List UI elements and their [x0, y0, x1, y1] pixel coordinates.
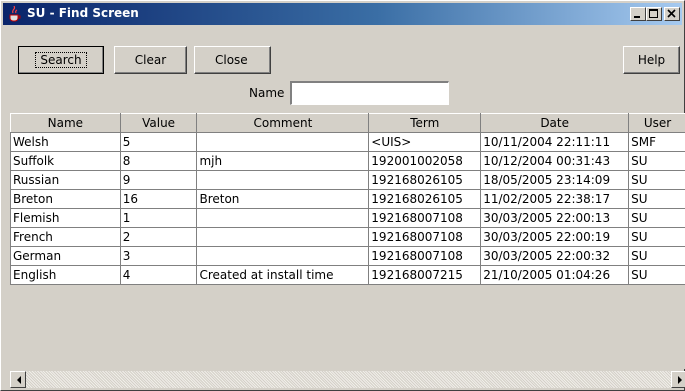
table-row[interactable]: English 4 Created at install time 192168… [10, 265, 685, 285]
table-header-row: Name Value Comment Term Date User [10, 113, 685, 133]
horizontal-scrollbar[interactable] [10, 371, 685, 388]
cell-term: 192168007215 [368, 265, 482, 285]
scroll-left-icon [17, 376, 21, 384]
results-table: Name Value Comment Term Date User Welsh … [10, 113, 685, 285]
table-row[interactable]: Suffolk 8 mjh 192001002058 10/12/2004 00… [10, 151, 685, 171]
scroll-right-button[interactable] [671, 371, 685, 388]
cell-value: 16 [119, 189, 198, 209]
search-button[interactable]: Search [18, 46, 104, 74]
column-header-comment[interactable]: Comment [196, 113, 370, 133]
cell-comment: Created at install time [196, 265, 370, 285]
column-header-date[interactable]: Date [480, 113, 630, 133]
clear-button-label: Clear [134, 53, 167, 67]
cell-user: SU [628, 265, 685, 285]
cell-comment [196, 132, 370, 152]
minimize-button[interactable] [630, 7, 646, 21]
column-header-name[interactable]: Name [10, 113, 121, 133]
cell-term: 192168007108 [368, 227, 482, 247]
cell-date: 10/11/2004 22:11:11 [480, 132, 630, 152]
column-header-user[interactable]: User [628, 113, 685, 133]
cell-comment [196, 227, 370, 247]
close-button-label: Close [215, 53, 248, 67]
table-row[interactable]: Welsh 5 <UIS> 10/11/2004 22:11:11 SMF [10, 132, 685, 152]
table-row[interactable]: Flemish 1 192168007108 30/03/2005 22:00:… [10, 208, 685, 228]
cell-term: 192168026105 [368, 189, 482, 209]
cell-date: 30/03/2005 22:00:19 [480, 227, 630, 247]
cell-comment: mjh [196, 151, 370, 171]
close-icon [667, 9, 676, 18]
cell-term: <UIS> [368, 132, 482, 152]
name-label: Name [249, 86, 285, 100]
cell-user: SU [628, 208, 685, 228]
search-button-label: Search [35, 52, 87, 68]
results-table-area[interactable]: Name Value Comment Term Date User Welsh … [10, 113, 685, 369]
maximize-icon [649, 9, 658, 18]
cell-value: 8 [119, 151, 198, 171]
cell-comment [196, 208, 370, 228]
cell-user: SMF [628, 132, 685, 152]
cell-name: French [10, 227, 121, 247]
cell-value: 4 [119, 265, 198, 285]
scroll-left-button[interactable] [10, 371, 26, 388]
cell-date: 21/10/2005 01:04:26 [480, 265, 630, 285]
cell-value: 9 [119, 170, 198, 190]
cell-term: 192001002058 [368, 151, 482, 171]
minimize-icon [634, 16, 640, 18]
cell-value: 1 [119, 208, 198, 228]
cell-user: SU [628, 189, 685, 209]
close-window-button[interactable]: Close [194, 46, 271, 74]
cell-name: English [10, 265, 121, 285]
table-row[interactable]: French 2 192168007108 30/03/2005 22:00:1… [10, 227, 685, 247]
cell-date: 30/03/2005 22:00:32 [480, 246, 630, 266]
close-button[interactable] [664, 7, 680, 21]
cell-comment [196, 170, 370, 190]
cell-name: Breton [10, 189, 121, 209]
cell-value: 3 [119, 246, 198, 266]
help-button[interactable]: Help [623, 46, 680, 74]
cell-comment: Breton [196, 189, 370, 209]
title-bar[interactable]: SU - Find Screen [3, 3, 682, 25]
cell-user: SU [628, 246, 685, 266]
cell-term: 192168007108 [368, 208, 482, 228]
cell-date: 10/12/2004 00:31:43 [480, 151, 630, 171]
cell-date: 30/03/2005 22:00:13 [480, 208, 630, 228]
cell-user: SU [628, 170, 685, 190]
cell-value: 2 [119, 227, 198, 247]
find-screen-window: SU - Find Screen Search Clear Close Help… [0, 0, 685, 391]
window-title: SU - Find Screen [27, 6, 139, 20]
java-cup-icon [9, 6, 21, 22]
clear-button[interactable]: Clear [114, 46, 187, 74]
column-header-term[interactable]: Term [368, 113, 482, 133]
column-header-value[interactable]: Value [119, 113, 198, 133]
table-row[interactable]: Breton 16 Breton 192168026105 11/02/2005… [10, 189, 685, 209]
cell-name: Suffolk [10, 151, 121, 171]
table-row[interactable]: German 3 192168007108 30/03/2005 22:00:3… [10, 246, 685, 266]
cell-value: 5 [119, 132, 198, 152]
cell-user: SU [628, 151, 685, 171]
scroll-right-icon [678, 376, 682, 384]
cell-term: 192168007108 [368, 246, 482, 266]
cell-user: SU [628, 227, 685, 247]
maximize-button[interactable] [646, 7, 662, 21]
table-row[interactable]: Russian 9 192168026105 18/05/2005 23:14:… [10, 170, 685, 190]
cell-term: 192168026105 [368, 170, 482, 190]
name-input[interactable] [290, 81, 449, 105]
cell-comment [196, 246, 370, 266]
cell-name: Flemish [10, 208, 121, 228]
cell-date: 18/05/2005 23:14:09 [480, 170, 630, 190]
help-button-label: Help [637, 53, 666, 67]
cell-name: Welsh [10, 132, 121, 152]
cell-name: Russian [10, 170, 121, 190]
cell-name: German [10, 246, 121, 266]
cell-date: 11/02/2005 22:38:17 [480, 189, 630, 209]
